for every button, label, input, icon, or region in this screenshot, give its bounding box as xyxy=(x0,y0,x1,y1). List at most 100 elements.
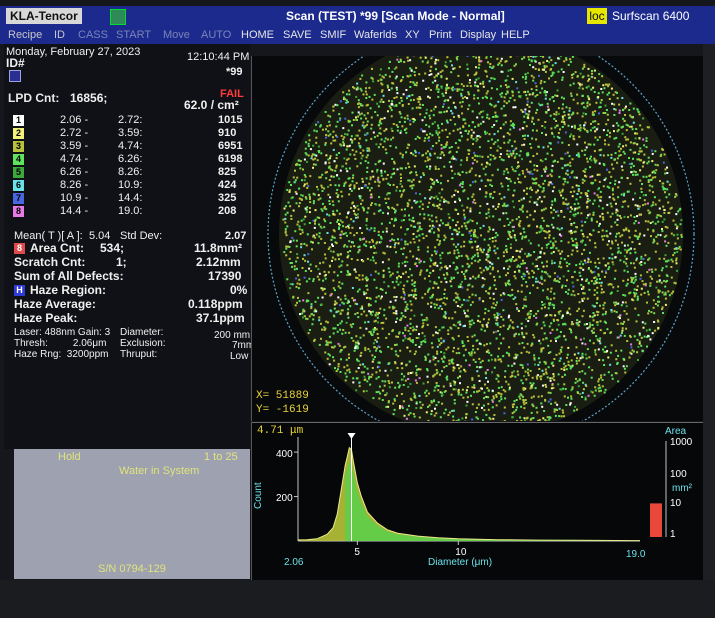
bin-high-6: 10.9: xyxy=(118,179,143,191)
haze-range: Haze Rng: 3200ppm xyxy=(14,349,109,360)
haze-average-value: 0.118ppm xyxy=(188,297,243,311)
bin-count-3: 6951 xyxy=(218,140,243,152)
haze-region-value: 0% xyxy=(230,283,248,297)
area-icon[interactable]: 8 xyxy=(14,243,25,254)
bin-high-5: 8.26: xyxy=(118,166,143,178)
menu-smif[interactable]: SMIF xyxy=(320,27,346,43)
lpd-count: 16856; xyxy=(70,91,108,105)
bin-high-8: 19.0: xyxy=(118,205,143,217)
cursor-marker-icon[interactable] xyxy=(347,433,356,439)
status-panel: Hold 1 to 25 Water in System S/N 0794-12… xyxy=(14,449,250,579)
bin-count-5: 825 xyxy=(218,166,237,178)
loc-indicator[interactable]: loc xyxy=(587,8,607,24)
title-bar: KLA-Tencor Scan (TEST) *99 [Scan Mode - … xyxy=(0,6,715,26)
bin-count-7: 325 xyxy=(218,192,237,204)
bin-swatch-2[interactable]: 2 xyxy=(13,128,24,139)
bin-count-6: 424 xyxy=(218,179,237,191)
bin-low-1: 2.06 - xyxy=(60,114,89,126)
area-value: 11.8mm² xyxy=(194,241,243,255)
x-readout: X= 51889 xyxy=(256,390,309,402)
menu-bar: Recipe ID CASS START Move AUTO HOME SAVE… xyxy=(0,26,715,44)
status-range: 1 to 25 xyxy=(204,451,238,463)
results-panel: Monday, February 27, 2023 12:10:44 PM ID… xyxy=(4,44,254,449)
lpd-density: 62.0 / cm² xyxy=(184,98,239,112)
app-badge[interactable]: KLA-Tencor xyxy=(6,8,82,24)
date-text: Monday, February 27, 2023 xyxy=(6,46,141,58)
thruput-label: Thruput: xyxy=(120,349,158,360)
menu-print[interactable]: Print xyxy=(429,27,452,43)
y-readout: Y= -1619 xyxy=(256,404,309,416)
bin-swatch-3[interactable]: 3 xyxy=(13,141,24,152)
bin-count-1: 1015 xyxy=(218,114,243,126)
haze-region-icon[interactable]: H xyxy=(14,285,25,296)
bin-high-1: 2.72: xyxy=(118,114,143,126)
menu-display[interactable]: Display xyxy=(460,27,496,43)
stddev-label: Std Dev: xyxy=(120,230,163,242)
bin-count-8: 208 xyxy=(218,205,237,217)
scratch-count: 1; xyxy=(116,255,127,269)
bin-low-3: 3.59 - xyxy=(60,140,89,152)
id-dropdown-icon[interactable] xyxy=(9,70,21,82)
sum-defects-label: Sum of All Defects: xyxy=(14,269,124,283)
scratch-value: 2.12mm xyxy=(196,255,241,269)
histogram-chart[interactable]: 5 10 xyxy=(252,423,704,581)
app-menu-icon[interactable] xyxy=(110,9,126,25)
wafer-map-svg[interactable] xyxy=(252,20,704,448)
menu-cass[interactable]: CASS xyxy=(78,27,108,43)
id-label: ID# xyxy=(6,56,25,70)
bin-low-8: 14.4 - xyxy=(60,205,89,217)
status-state: Hold xyxy=(58,451,81,463)
area-count-label: Area Cnt: xyxy=(30,241,85,255)
bin-swatch-6[interactable]: 6 xyxy=(13,180,24,191)
wafer-id: *99 xyxy=(226,66,243,78)
menu-recipe[interactable]: Recipe xyxy=(8,27,42,43)
sum-defects-value: 17390 xyxy=(208,269,242,283)
lpd-count-label: LPD Cnt: xyxy=(8,91,60,105)
menu-id[interactable]: ID xyxy=(54,27,65,43)
monitor-bezel-bottom xyxy=(0,580,715,618)
bin-high-3: 4.74: xyxy=(118,140,143,152)
menu-start[interactable]: START xyxy=(116,27,151,43)
menu-auto[interactable]: AUTO xyxy=(201,27,231,43)
bin-count-4: 6198 xyxy=(218,153,243,165)
histogram-area-upper-bins xyxy=(345,461,640,541)
scratch-count-label: Scratch Cnt: xyxy=(14,255,86,269)
monitor-bezel-right xyxy=(703,44,715,618)
bin-low-6: 8.26 - xyxy=(60,179,89,191)
bin-swatch-5[interactable]: 5 xyxy=(13,167,24,178)
status-message: Water in System xyxy=(119,465,200,477)
menu-move[interactable]: Move xyxy=(163,27,190,43)
bin-high-4: 6.26: xyxy=(118,153,143,165)
thruput-value: Low xyxy=(230,351,249,362)
bin-swatch-4[interactable]: 4 xyxy=(13,154,24,165)
time-text: 12:10:44 PM xyxy=(187,51,250,63)
bin-low-5: 6.26 - xyxy=(60,166,89,178)
menu-home[interactable]: HOME xyxy=(241,27,274,43)
bin-low-2: 2.72 - xyxy=(60,127,89,139)
bin-high-7: 14.4: xyxy=(118,192,143,204)
bin-count-2: 910 xyxy=(218,127,237,139)
area-count: 534; xyxy=(100,241,125,255)
bin-swatch-7[interactable]: 7 xyxy=(13,193,24,204)
bin-swatch-1[interactable]: 1 xyxy=(13,115,24,126)
haze-region-label: Haze Region: xyxy=(30,283,107,297)
screen: KLA-Tencor Scan (TEST) *99 [Scan Mode - … xyxy=(0,0,715,618)
bin-low-7: 10.9 - xyxy=(60,192,89,204)
haze-average-label: Haze Average: xyxy=(14,297,96,311)
bin-swatch-8[interactable]: 8 xyxy=(13,206,24,217)
menu-help[interactable]: HELP xyxy=(501,27,530,43)
x-tick-label-5: 5 xyxy=(354,547,360,558)
area-bar xyxy=(650,503,662,537)
menu-xy[interactable]: XY xyxy=(405,27,420,43)
menu-save[interactable]: SAVE xyxy=(283,27,312,43)
wafer-map[interactable] xyxy=(251,20,704,448)
histogram-panel[interactable]: 4.71 μm Count 400 200 2.06 Diameter (μm)… xyxy=(251,422,704,581)
bin-low-4: 4.74 - xyxy=(60,153,89,165)
menu-waferids[interactable]: Waferlds xyxy=(354,27,397,43)
window-title: Scan (TEST) *99 [Scan Mode - Normal] xyxy=(286,9,505,23)
haze-peak-label: Haze Peak: xyxy=(14,311,78,325)
x-tick-label-10: 10 xyxy=(455,547,467,558)
haze-peak-value: 37.1ppm xyxy=(196,311,245,325)
product-name: Surfscan 6400 xyxy=(612,9,690,23)
serial-number: S/N 0794-129 xyxy=(98,563,166,575)
